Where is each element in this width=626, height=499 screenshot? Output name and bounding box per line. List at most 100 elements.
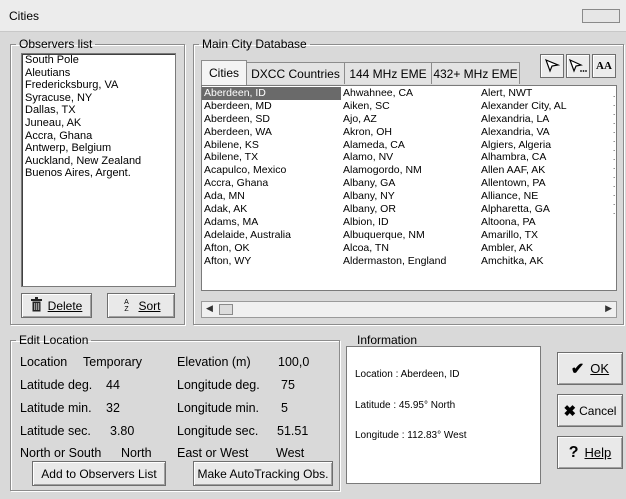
observer-list-item[interactable]: Dallas, TX [22,104,175,117]
city-cell[interactable]: Aberdeen, WA [202,126,341,139]
make-autotracking-button[interactable]: Make AutoTracking Obs. [193,461,333,486]
elevation-label: Elevation (m) [177,355,251,369]
tab-432-mhz-eme[interactable]: 432+ MHz EME [431,62,520,84]
city-cell[interactable]: Alert, NWT [479,87,615,100]
city-cell[interactable]: Aldermaston, England [341,255,479,268]
city-cell[interactable]: Albany, OR [341,203,479,216]
observer-list-item[interactable]: South Pole [22,54,175,67]
city-cell[interactable]: Allentown, PA [479,177,615,190]
city-cell[interactable]: Ambler, AK [479,242,615,255]
information-panel: Location : Aberdeen, ID Latitude : 45.95… [346,346,541,484]
city-cell[interactable]: Ada, MN [202,190,341,203]
scroll-thumb[interactable] [219,304,233,315]
north-south-field[interactable]: North [121,446,152,460]
info-longitude: Longitude : 112.83° West [355,430,467,441]
observer-list-item[interactable]: Accra, Ghana [22,130,175,143]
find-next-button[interactable] [566,54,590,78]
sort-button[interactable]: A Z Sort [107,293,175,318]
cancel-label: Cancel [579,403,617,418]
city-grid[interactable]: Aberdeen, ID Aberdeen, MD Aberdeen, SD Aber… [201,85,617,291]
city-cell[interactable]: Alexandria, LA [479,113,615,126]
city-cell[interactable]: Albuquerque, NM [341,229,479,242]
longitude-sec-field[interactable]: 51.51 [277,424,308,438]
delete-button[interactable]: Delete [21,293,92,318]
observer-list-item[interactable]: Antwerp, Belgium [22,142,175,155]
city-cell[interactable]: Alexander City, AL [479,100,615,113]
city-hscrollbar[interactable]: ◀ ▶ [201,301,617,318]
tab-144-mhz-eme[interactable]: 144 MHz EME [344,62,432,84]
help-button[interactable]: ? Help [557,436,623,469]
city-cell[interactable]: Altoona, PA [479,216,615,229]
city-cell[interactable]: Albion, ID [341,216,479,229]
font-size-button[interactable]: AA [592,54,616,78]
ok-button[interactable]: ✔ OK [557,352,623,385]
observer-list-item[interactable]: Fredericksburg, VA [22,79,175,92]
city-cell[interactable]: Alexandria, VA [479,126,615,139]
help-question-icon: ? [568,443,579,461]
location-field[interactable]: Temporary [83,355,142,369]
city-cell[interactable]: Adak, AK [202,203,341,216]
tab-432-label: 432+ MHz EME [433,66,518,81]
city-cell[interactable]: Amchitka, AK [479,255,615,268]
elevation-field[interactable]: 100,0 [278,355,309,369]
longitude-deg-field[interactable]: 75 [281,378,295,392]
city-cell[interactable]: Ahwahnee, CA [341,87,479,100]
city-cell[interactable]: Alamo, NV [341,151,479,164]
longitude-min-field[interactable]: 5 [281,401,288,415]
city-cell[interactable]: Alcoa, TN [341,242,479,255]
cancel-button[interactable]: ✖ Cancel [557,394,623,427]
city-cell[interactable]: Aiken, SC [341,100,479,113]
city-database-legend: Main City Database [202,37,307,51]
latitude-deg-label: Latitude deg. [20,378,93,392]
city-cell[interactable]: Afton, OK [202,242,341,255]
sort-az-icon: A Z [121,299,131,313]
city-cell[interactable]: Albany, NY [341,190,479,203]
scroll-right-icon[interactable]: ▶ [605,303,612,314]
longitude-deg-label: Longitude deg. [177,378,260,392]
delete-label: Delete [47,298,83,313]
city-cell[interactable]: Acapulco, Mexico [202,164,341,177]
city-cell[interactable]: Alamogordo, NM [341,164,479,177]
city-cell[interactable]: Abilene, TX [202,151,341,164]
observer-list-item[interactable]: Aleutians [22,67,175,80]
city-cell[interactable]: Aberdeen, MD [202,100,341,113]
city-cell[interactable]: Algiers, Algeria [479,139,615,152]
city-cell[interactable]: Akron, OH [341,126,479,139]
window-title: Cities [9,9,40,23]
observer-list-item[interactable]: Juneau, AK [22,117,175,130]
city-cell[interactable]: Alpharetta, GA [479,203,615,216]
latitude-min-label: Latitude min. [20,401,92,415]
latitude-sec-field[interactable]: 3.80 [110,424,134,438]
city-cell[interactable]: Adams, MA [202,216,341,229]
checkmark-icon: ✔ [570,360,585,378]
window-control-button[interactable] [582,9,620,23]
city-cell[interactable]: Alliance, NE [479,190,615,203]
city-cell[interactable]: Adelaide, Australia [202,229,341,242]
observers-listbox[interactable]: South Pole Aleutians Fredericksburg, VA Syr… [21,53,176,287]
tab-dxcc-countries[interactable]: DXCC Countries [246,62,345,84]
city-column-2: Ahwahnee, CA Aiken, SC Ajo, AZ Akron, OH Ala… [341,87,479,267]
city-cell[interactable]: Amarillo, TX [479,229,615,242]
city-cell[interactable]: Alhambra, CA [479,151,615,164]
tab-cities[interactable]: Cities [201,60,247,85]
city-cell[interactable]: Alameda, CA [341,139,479,152]
city-cell[interactable]: Aberdeen, ID [202,87,341,100]
city-cell[interactable]: Afton, WY [202,255,341,268]
observer-list-item[interactable]: Buenos Aires, Argent. [22,167,175,180]
scroll-left-icon[interactable]: ◀ [206,303,213,314]
city-cell[interactable]: Abilene, KS [202,139,341,152]
observer-list-item[interactable]: Syracuse, NY [22,92,175,105]
sort-label: Sort [138,298,161,313]
city-cell[interactable]: Allen AAF, AK [479,164,615,177]
latitude-min-field[interactable]: 32 [106,401,120,415]
city-cell[interactable]: Albany, GA [341,177,479,190]
observer-list-item[interactable]: Auckland, New Zealand [22,155,175,168]
city-cell[interactable]: Aberdeen, SD [202,113,341,126]
east-west-field[interactable]: West [276,446,304,460]
city-cell[interactable]: Accra, Ghana [202,177,341,190]
north-south-label: North or South [20,446,102,460]
find-city-button[interactable] [540,54,564,78]
add-to-observers-button[interactable]: Add to Observers List [32,461,166,486]
latitude-deg-field[interactable]: 44 [106,378,120,392]
city-cell[interactable]: Ajo, AZ [341,113,479,126]
